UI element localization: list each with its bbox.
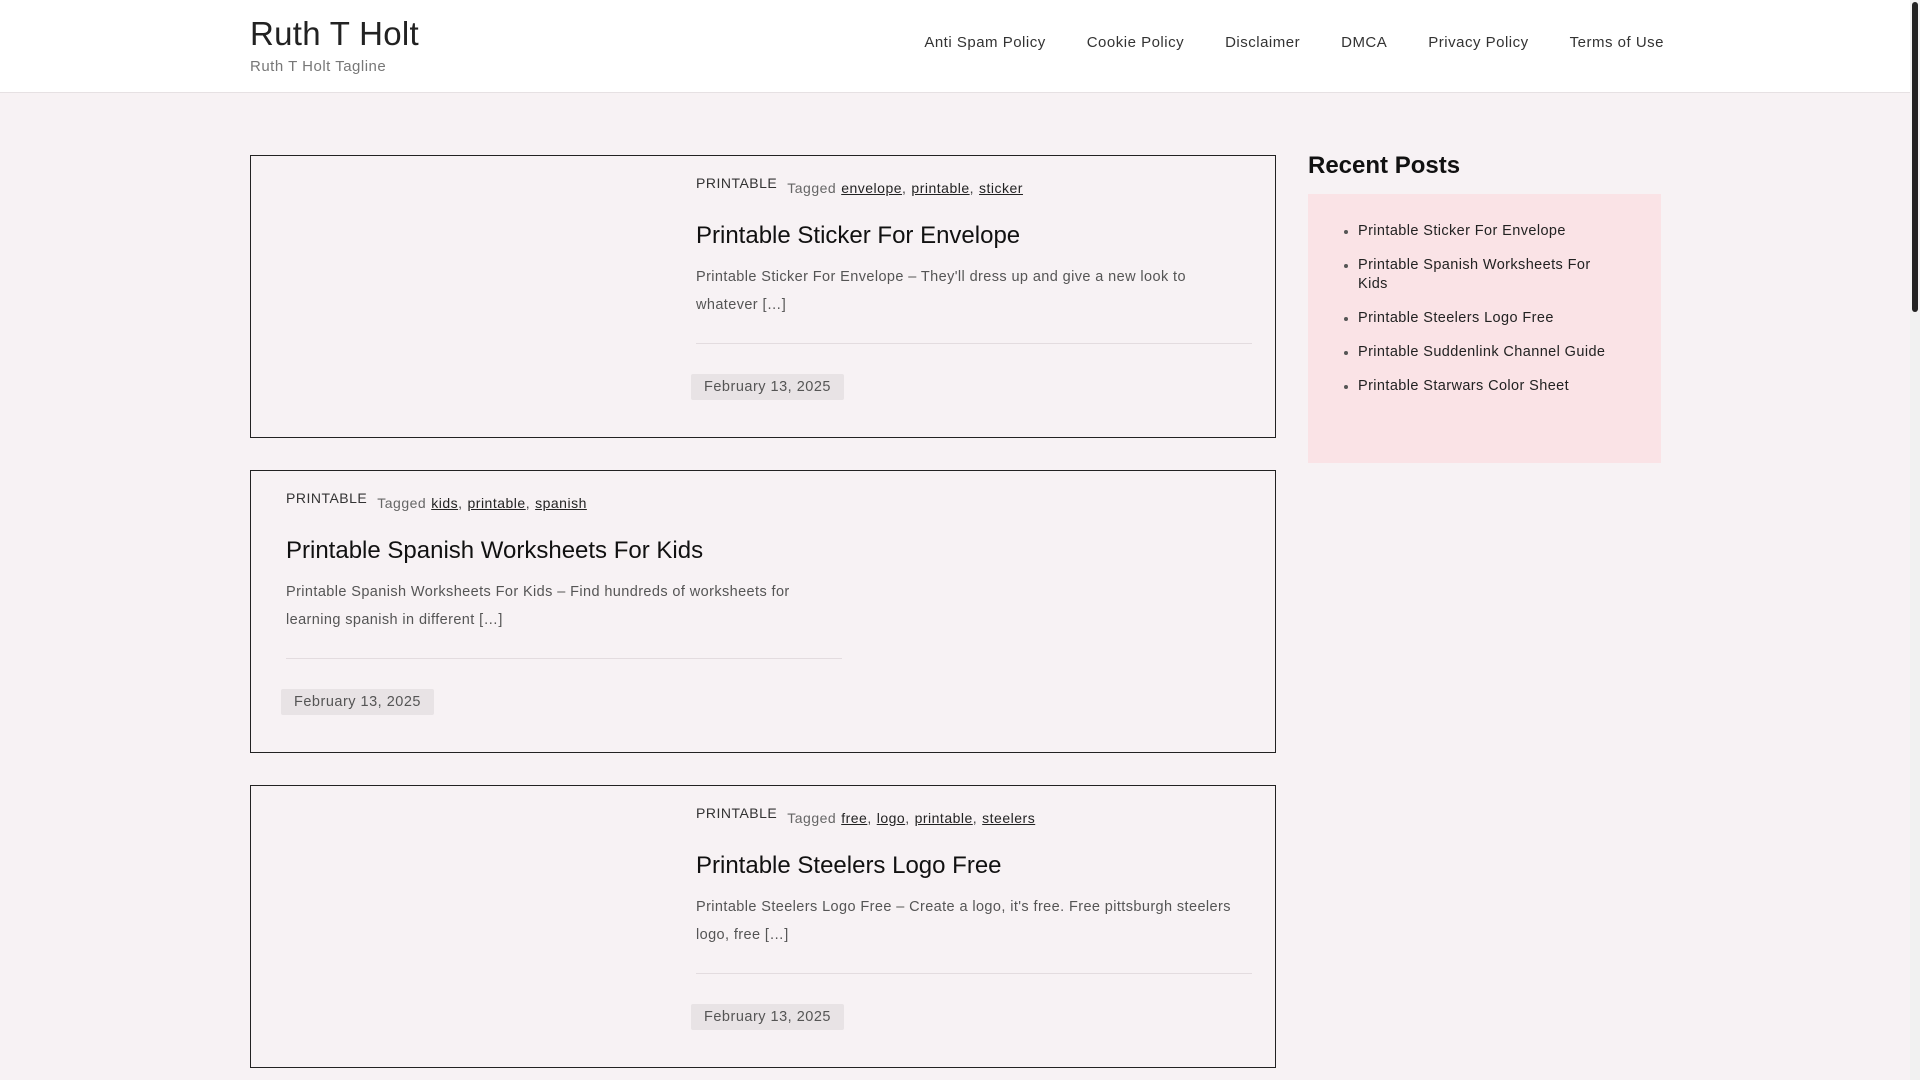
tag-link[interactable]: steelers [982, 810, 1035, 826]
post-title[interactable]: Printable Steelers Logo Free [696, 850, 1252, 881]
post-category[interactable]: PRINTABLE [696, 175, 777, 191]
recent-post-link[interactable]: Printable Suddenlink Channel Guide [1358, 343, 1611, 362]
post-divider [696, 973, 1252, 975]
tag-link[interactable]: logo [877, 810, 905, 826]
post-date[interactable]: February 13, 2025 [281, 689, 434, 716]
recent-post-link[interactable]: Printable Sticker For Envelope [1358, 222, 1611, 241]
post-content: PRINTABLE Tagged free, logo, printable, … [691, 805, 1252, 1031]
post-date[interactable]: February 13, 2025 [691, 1004, 844, 1031]
tagged-label: Tagged [377, 495, 427, 511]
post-card: PRINTABLE Tagged envelope, printable, st… [250, 155, 1276, 438]
site-tagline: Ruth T Holt Tagline [250, 58, 387, 75]
post-excerpt: Printable Spanish Worksheets For Kids – … [286, 584, 790, 629]
post-title[interactable]: Printable Spanish Worksheets For Kids [286, 535, 842, 566]
site-header: Ruth T Holt Ruth T Holt Tagline Anti Spa… [0, 0, 1910, 93]
post-excerpt: Printable Steelers Logo Free – Create a … [696, 899, 1231, 944]
tag-link[interactable]: printable [915, 810, 973, 826]
post-category[interactable]: PRINTABLE [696, 805, 777, 821]
recent-post-link[interactable]: Printable Spanish Worksheets For Kids [1358, 256, 1611, 294]
post-content: PRINTABLE Tagged envelope, printable, st… [691, 175, 1252, 401]
recent-post-link[interactable]: Printable Steelers Logo Free [1358, 309, 1611, 328]
nav-dmca[interactable]: DMCA [1341, 34, 1387, 51]
tag-link[interactable]: printable [468, 495, 526, 511]
nav-disclaimer[interactable]: Disclaimer [1225, 34, 1300, 51]
page: Ruth T Holt Ruth T Holt Tagline Anti Spa… [0, 0, 1910, 1080]
tag-link[interactable]: printable [911, 180, 969, 196]
post-meta: PRINTABLE Tagged free, logo, printable, … [696, 805, 1252, 826]
post-excerpt: Printable Sticker For Envelope – They'll… [696, 269, 1186, 314]
post-card: PRINTABLE Tagged kids, printable, spanis… [250, 470, 1276, 753]
post-content: PRINTABLE Tagged kids, printable, spanis… [281, 490, 842, 716]
tag-separator: , [972, 810, 978, 826]
tag-link[interactable]: envelope [841, 180, 902, 196]
post-date[interactable]: February 13, 2025 [691, 374, 844, 401]
post-divider [696, 343, 1252, 345]
recent-posts-title: Recent Posts [1308, 152, 1461, 179]
post-meta: PRINTABLE Tagged kids, printable, spanis… [286, 490, 842, 511]
recent-posts-list: Printable Sticker For Envelope Printable… [1340, 222, 1611, 396]
page-scrollbar[interactable] [1910, 0, 1920, 1080]
post-card: PRINTABLE Tagged free, logo, printable, … [250, 785, 1276, 1068]
nav-privacy-policy[interactable]: Privacy Policy [1428, 34, 1528, 51]
site-title[interactable]: Ruth T Holt [250, 15, 419, 53]
main-nav: Anti Spam Policy Cookie Policy Disclaime… [883, 34, 1664, 51]
tag-link[interactable]: spanish [535, 495, 587, 511]
nav-anti-spam-policy[interactable]: Anti Spam Policy [924, 34, 1045, 51]
post-divider [286, 658, 842, 660]
tag-separator: , [905, 810, 910, 826]
tag-link[interactable]: kids [431, 495, 458, 511]
post-category[interactable]: PRINTABLE [286, 490, 367, 506]
tag-separator: , [867, 810, 872, 826]
tag-separator: , [902, 180, 907, 196]
recent-posts-widget: Printable Sticker For Envelope Printable… [1308, 194, 1661, 463]
tag-separator: , [525, 495, 531, 511]
post-title[interactable]: Printable Sticker For Envelope [696, 220, 1252, 251]
nav-cookie-policy[interactable]: Cookie Policy [1087, 34, 1184, 51]
sidebar: Recent Posts Printable Sticker For Envel… [1308, 152, 1661, 463]
tag-link[interactable]: sticker [979, 180, 1023, 196]
tagged-label: Tagged [787, 810, 837, 826]
tagged-label: Tagged [787, 180, 837, 196]
nav-terms-of-use[interactable]: Terms of Use [1570, 34, 1664, 51]
tag-link[interactable]: free [841, 810, 867, 826]
tag-separator: , [458, 495, 463, 511]
scrollbar-thumb[interactable] [1912, 2, 1918, 312]
recent-post-link[interactable]: Printable Starwars Color Sheet [1358, 377, 1611, 396]
post-meta: PRINTABLE Tagged envelope, printable, st… [696, 175, 1252, 196]
tag-separator: , [969, 180, 975, 196]
